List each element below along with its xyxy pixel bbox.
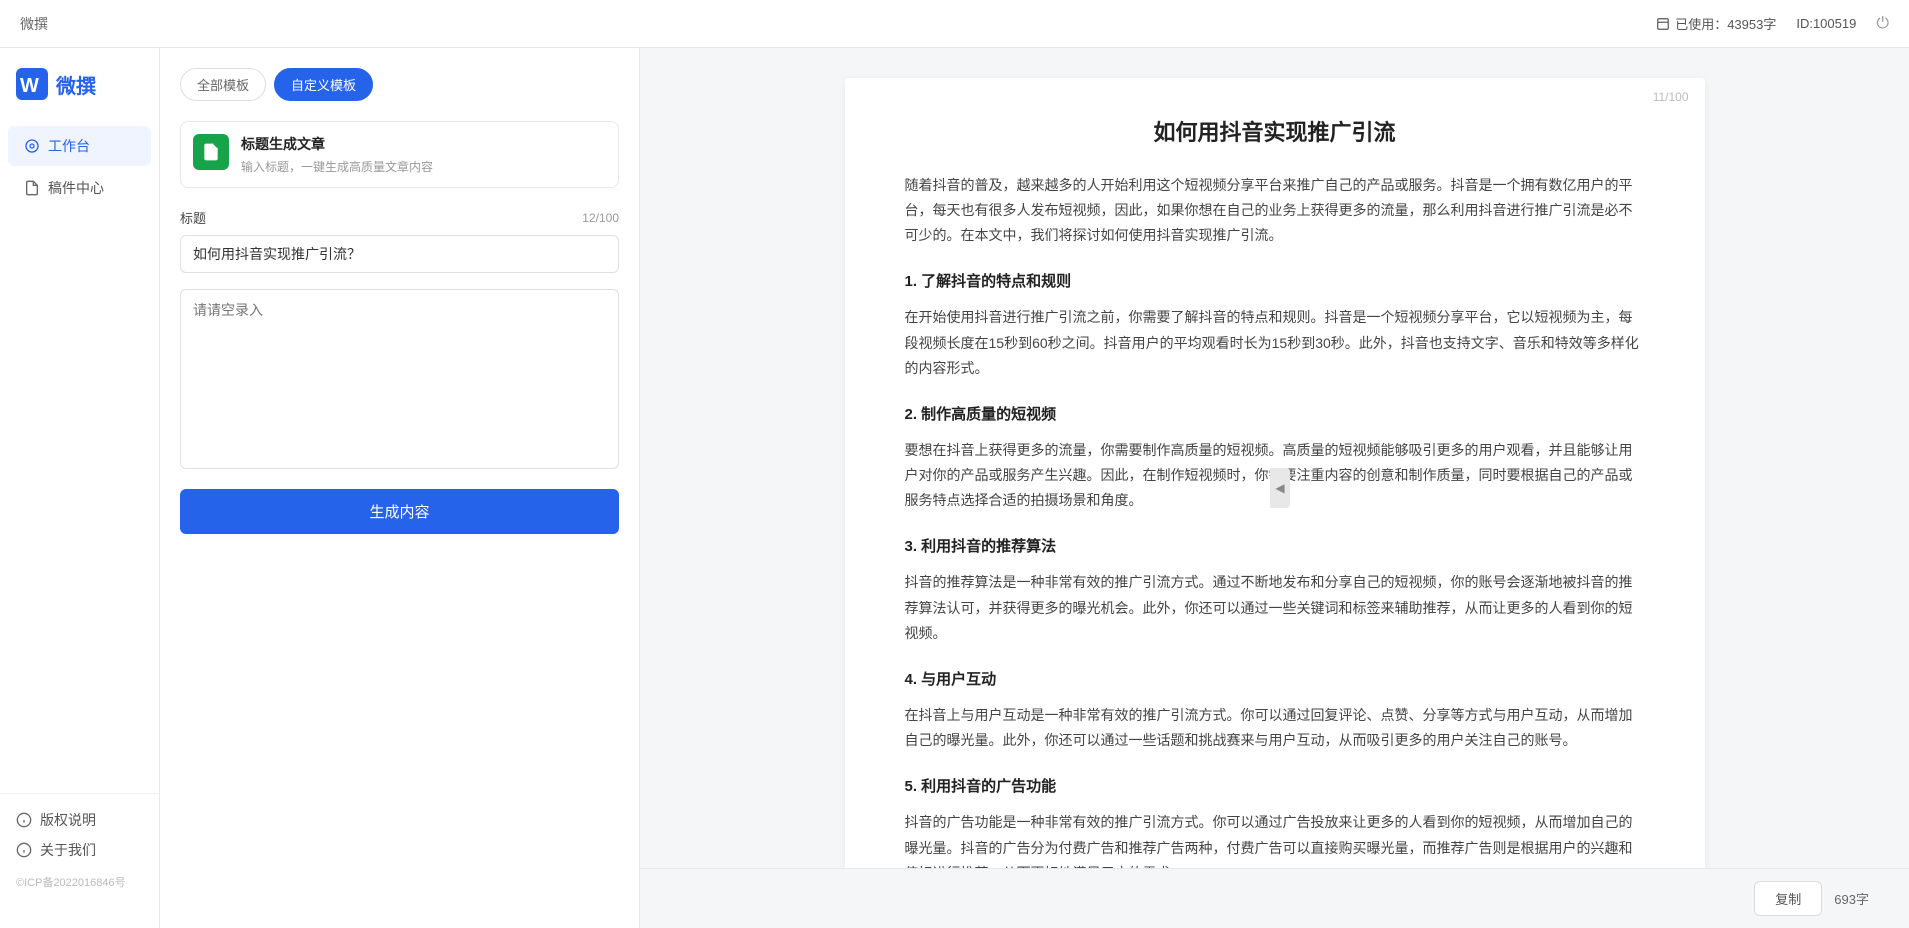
doc-section-0: 随着抖音的普及，越来越多的人开始利用这个短视频分享平台来推广自己的产品或服务。抖… — [905, 173, 1645, 249]
logo-text: 微撰 — [56, 70, 96, 99]
doc-section-7: 4. 与用户互动 — [905, 666, 1645, 693]
doc-section-6: 抖音的推荐算法是一种非常有效的推广引流方式。通过不断地发布和分享自己的短视频，你… — [905, 570, 1645, 646]
template-title: 标题生成文章 — [241, 134, 433, 154]
usage-info: 已使用：43953字 — [1656, 14, 1776, 33]
right-bottom-bar: 复制 693字 — [640, 868, 1909, 928]
sidebar-nav: 工作台 稿件中心 — [0, 124, 159, 783]
copyright-label: 版权说明 — [40, 810, 96, 830]
doc-section-9: 5. 利用抖音的广告功能 — [905, 773, 1645, 800]
collapse-toggle[interactable]: ◀ — [1270, 468, 1290, 508]
word-count: 693字 — [1834, 889, 1869, 908]
info-icon — [16, 812, 32, 828]
title-label: 标题 — [180, 208, 206, 227]
template-tabs: 全部模板 自定义模板 — [180, 68, 619, 101]
sidebar-item-workbench[interactable]: 工作台 — [8, 126, 151, 166]
sidebar-item-drafts[interactable]: 稿件中心 — [8, 168, 151, 208]
topbar-right: 已使用：43953字 ID:100519 ⏻ — [1656, 14, 1889, 33]
copy-button[interactable]: 复制 — [1754, 881, 1822, 916]
doc-section-8: 在抖音上与用户互动是一种非常有效的推广引流方式。你可以通过回复评论、点赞、分享等… — [905, 703, 1645, 753]
doc-section-3: 2. 制作高质量的短视频 — [905, 401, 1645, 428]
topbar-title: 微撰 — [20, 14, 48, 34]
power-icon[interactable]: ⏻ — [1876, 15, 1889, 33]
document-icon — [201, 142, 221, 162]
doc-section-2: 在开始使用抖音进行推广引流之前，你需要了解抖音的特点和规则。抖音是一个短视频分享… — [905, 305, 1645, 381]
svg-text:W: W — [20, 75, 39, 97]
tab-all-templates[interactable]: 全部模板 — [180, 68, 266, 101]
topbar: 微撰 已使用：43953字 ID:100519 ⏻ — [0, 0, 1909, 48]
template-desc: 输入标题，一键生成高质量文章内容 — [241, 158, 433, 175]
logo: W 微撰 — [0, 68, 159, 124]
right-panel: 11/100 如何用抖音实现推广引流 随着抖音的普及，越来越多的人开始利用这个短… — [640, 48, 1909, 868]
logo-w-icon: W — [16, 68, 48, 100]
doc-section-1: 1. 了解抖音的特点和规则 — [905, 268, 1645, 295]
sidebar-bottom: 版权说明 关于我们 ©ICP备2022016846号 — [0, 793, 159, 908]
circle-info-icon — [16, 842, 32, 858]
template-card-icon — [193, 134, 229, 170]
doc-section-5: 3. 利用抖音的推荐算法 — [905, 533, 1645, 560]
content-area: 全部模板 自定义模板 标题生成文章 输入标题，一键生成高质量文章内容 — [160, 48, 1909, 928]
document-title: 如何用抖音实现推广引流 — [905, 118, 1645, 149]
main-layout: W 微撰 工作台 稿件中心 — [0, 48, 1909, 928]
generate-button[interactable]: 生成内容 — [180, 489, 619, 534]
template-info: 标题生成文章 输入标题，一键生成高质量文章内容 — [241, 134, 433, 175]
document-body: 随着抖音的普及，越来越多的人开始利用这个短视频分享平台来推广自己的产品或服务。抖… — [905, 173, 1645, 868]
sidebar: W 微撰 工作台 稿件中心 — [0, 48, 160, 928]
usage-text: 已使用：43953字 — [1675, 14, 1776, 33]
sidebar-workbench-label: 工作台 — [48, 136, 90, 156]
icp-text: ©ICP备2022016846号 — [0, 866, 159, 898]
content-textarea[interactable] — [180, 289, 619, 469]
page-number: 11/100 — [1653, 90, 1689, 104]
title-input[interactable] — [180, 235, 619, 273]
title-form-label-row: 标题 12/100 — [180, 208, 619, 227]
home-icon — [24, 138, 40, 154]
about-label: 关于我们 — [40, 840, 96, 860]
doc-section-10: 抖音的广告功能是一种非常有效的推广引流方式。你可以通过广告投放来让更多的人看到你… — [905, 810, 1645, 868]
id-info: ID:100519 — [1796, 16, 1856, 31]
file-icon — [24, 180, 40, 196]
template-card[interactable]: 标题生成文章 输入标题，一键生成高质量文章内容 — [180, 121, 619, 188]
title-count: 12/100 — [582, 211, 619, 225]
left-panel: 全部模板 自定义模板 标题生成文章 输入标题，一键生成高质量文章内容 — [160, 48, 640, 928]
sidebar-drafts-label: 稿件中心 — [48, 178, 104, 198]
sidebar-item-about[interactable]: 关于我们 — [8, 836, 151, 864]
database-icon — [1656, 17, 1670, 31]
tab-custom-templates[interactable]: 自定义模板 — [274, 68, 373, 101]
sidebar-item-copyright[interactable]: 版权说明 — [8, 806, 151, 834]
